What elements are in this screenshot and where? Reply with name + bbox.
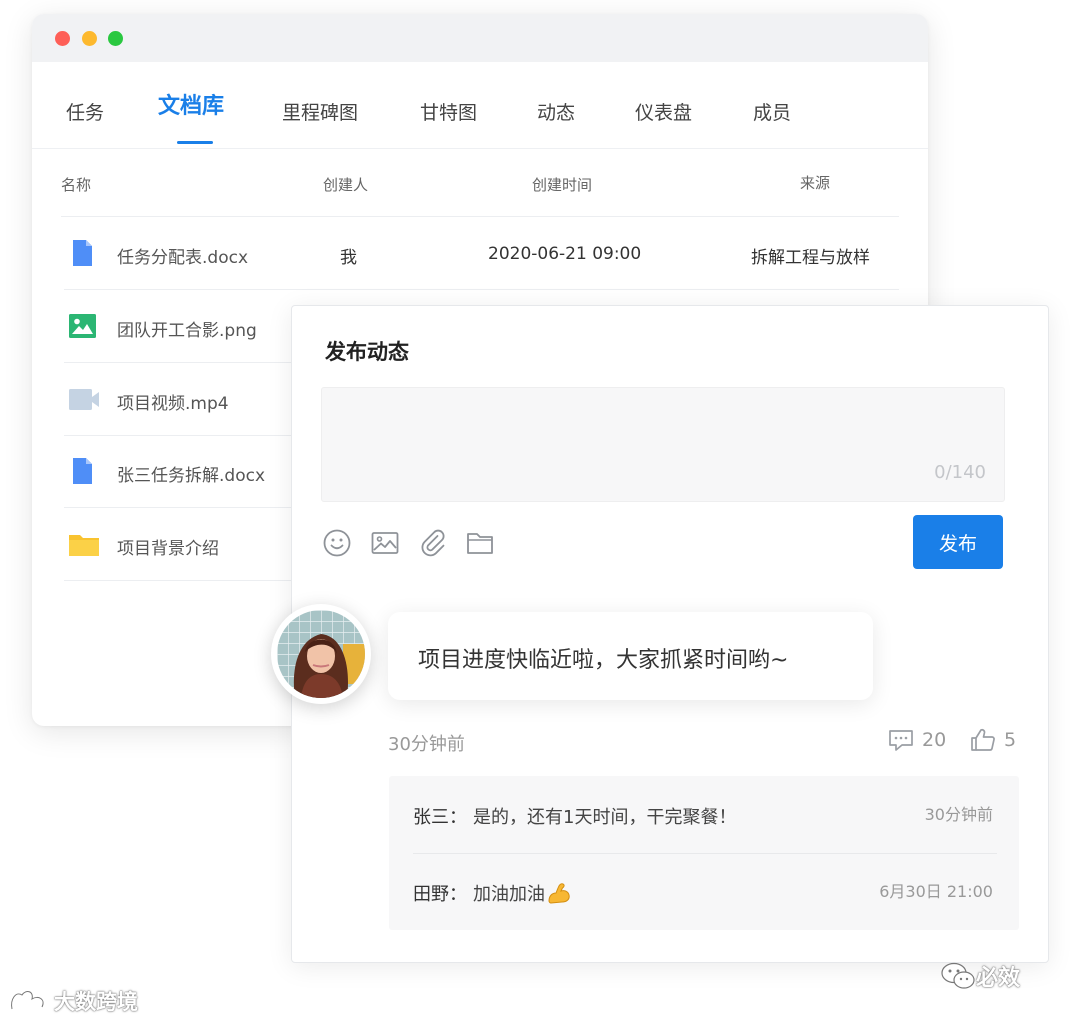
tab-milestones[interactable]: 里程碑图: [282, 98, 358, 125]
tab-gantt[interactable]: 甘特图: [420, 98, 477, 125]
folder-icon: [69, 535, 99, 556]
like-button[interactable]: 5: [970, 728, 1016, 752]
minimize-window-button[interactable]: [82, 31, 97, 46]
tab-tasks[interactable]: 任务: [66, 98, 104, 125]
table-header: 名称 创建人 创建时间 来源: [61, 148, 899, 217]
file-source: 拆解工程与放样: [751, 248, 870, 268]
post-text: 项目进度快临近啦，大家抓紧时间哟~: [418, 648, 789, 673]
publish-activity-card: 发布动态 0/140 发布 项目进度快临近啦，大家抓紧时间哟~ 30分钟前 20: [291, 305, 1049, 963]
folder-icon[interactable]: [465, 528, 495, 558]
tab-dashboard[interactable]: 仪表盘: [635, 98, 692, 125]
user-photo-icon: [277, 610, 365, 698]
avatar-photo: [277, 610, 365, 698]
video-icon: [69, 389, 99, 410]
reply-author[interactable]: 田野：: [413, 880, 467, 906]
post-time: 30分钟前: [388, 734, 465, 755]
doc-icon: [73, 458, 92, 484]
file-name[interactable]: 项目视频.mp4: [117, 389, 229, 414]
reply-author[interactable]: 张三：: [413, 803, 467, 829]
watermark-left: 大数跨境: [8, 986, 138, 1016]
file-creator: 我: [340, 248, 357, 268]
project-tabs: 任务 文档库 里程碑图 甘特图 动态 仪表盘 成员: [32, 62, 928, 149]
column-header-creator[interactable]: 创建人: [323, 174, 368, 195]
image-icon[interactable]: [370, 528, 400, 558]
table-row[interactable]: 任务分配表.docx 我 2020-06-21 09:00 拆解工程与放样: [64, 217, 899, 290]
column-header-name[interactable]: 名称: [61, 174, 91, 195]
wechat-icon: [941, 962, 975, 989]
file-name[interactable]: 项目背景介绍: [117, 534, 219, 559]
active-tab-indicator: [177, 141, 213, 144]
reply-text: 是的，还有1天时间，干完聚餐！: [473, 807, 737, 828]
watermark-right-text: 必效: [976, 966, 1021, 991]
column-header-created-time[interactable]: 创建时间: [532, 174, 592, 195]
activity-text-input[interactable]: 0/140: [321, 387, 1005, 502]
window-titlebar: [32, 14, 928, 62]
tab-activity[interactable]: 动态: [537, 98, 575, 125]
file-created-time: 2020-06-21 09:00: [488, 244, 642, 264]
file-name[interactable]: 团队开工合影.png: [117, 316, 257, 341]
image-icon: [69, 314, 96, 338]
comment-count: 20: [922, 729, 947, 751]
comment-button[interactable]: 20: [888, 728, 946, 752]
brand-logo-icon: [10, 990, 45, 1010]
file-name[interactable]: 任务分配表.docx: [117, 243, 248, 268]
flexed-biceps-icon: [548, 883, 570, 904]
card-title: 发布动态: [325, 340, 409, 364]
reply-list: 张三： 是的，还有1天时间，干完聚餐！ 30分钟前 田野： 加油加油 6月30日…: [389, 776, 1019, 930]
reply-time: 30分钟前: [924, 805, 993, 824]
maximize-window-button[interactable]: [108, 31, 123, 46]
doc-icon: [73, 240, 92, 266]
list-item: 田野： 加油加油 6月30日 21:00: [413, 853, 997, 930]
watermark-left-text: 大数跨境: [54, 990, 138, 1014]
avatar[interactable]: [271, 604, 371, 704]
emoji-icon[interactable]: [322, 528, 352, 558]
tab-documents[interactable]: 文档库: [158, 88, 224, 120]
reply-text-wrapper: 加油加油: [473, 880, 571, 906]
post-bubble: 项目进度快临近啦，大家抓紧时间哟~: [388, 612, 873, 700]
list-item: 张三： 是的，还有1天时间，干完聚餐！ 30分钟前: [413, 776, 997, 854]
watermark-right: 必效: [940, 960, 1020, 992]
thumbs-up-icon: [971, 728, 995, 751]
tab-members[interactable]: 成员: [753, 98, 791, 125]
file-name[interactable]: 张三任务拆解.docx: [117, 461, 265, 486]
reply-time: 6月30日 21:00: [879, 882, 993, 901]
comment-icon: [889, 730, 913, 751]
column-header-source[interactable]: 来源: [800, 172, 830, 193]
like-count: 5: [1004, 729, 1017, 751]
attachment-icon[interactable]: [418, 528, 448, 558]
character-counter: 0/140: [934, 462, 986, 483]
reply-text: 加油加油: [473, 884, 545, 905]
close-window-button[interactable]: [55, 31, 70, 46]
publish-button[interactable]: 发布: [913, 515, 1003, 569]
